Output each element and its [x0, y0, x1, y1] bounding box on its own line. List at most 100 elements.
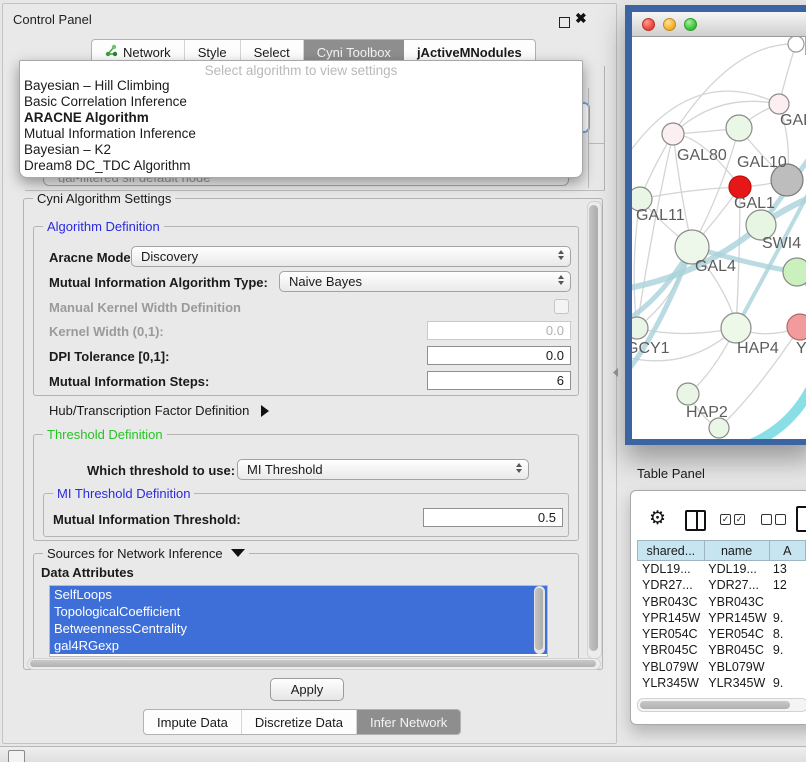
table-cell: YLR345W [637, 675, 703, 691]
network-edge[interactable] [640, 187, 740, 199]
network-node[interactable] [709, 418, 729, 438]
which-threshold-combobox[interactable]: MI Threshold [237, 459, 529, 480]
close-traffic-light-icon[interactable] [642, 18, 655, 31]
settings-vscrollbar[interactable] [587, 201, 602, 659]
dpi-tolerance-label: DPI Tolerance [0,1]: [49, 349, 169, 364]
table-cell: YBR045C [703, 642, 768, 658]
network-node[interactable] [726, 115, 752, 141]
network-node-label: GAL11 [636, 207, 685, 224]
group-title: Sources for Network Inference [43, 546, 249, 561]
bottom-left-widget-icon[interactable] [8, 750, 25, 762]
column-header[interactable]: A [770, 541, 805, 560]
list-item[interactable]: TopologicalCoefficient [50, 603, 547, 620]
spinner-arrows-icon [558, 275, 564, 285]
column-layout-icon[interactable] [685, 510, 706, 531]
dpi-tolerance-field[interactable]: 0.0 [427, 346, 571, 365]
dropdown-item[interactable]: Basic Correlation Inference [20, 94, 582, 110]
data-attributes-list: SelfLoops TopologicalCoefficient Between… [49, 585, 548, 657]
aracne-mode-combobox[interactable]: Discovery [131, 246, 571, 267]
panel-border-fragment [604, 66, 605, 190]
list-item[interactable]: gal4RGexp [50, 637, 547, 654]
table-cell: YDR27... [637, 577, 703, 593]
group-title: Threshold Definition [43, 427, 167, 442]
apply-button[interactable]: Apply [270, 678, 344, 701]
expanded-arrow-icon[interactable] [231, 549, 245, 557]
group-title: Algorithm Definition [43, 219, 164, 234]
table-row[interactable]: YIL052CYIL052C9 [637, 691, 806, 693]
network-node[interactable] [632, 317, 648, 339]
table-row[interactable]: YBL079WYBL079W [637, 659, 806, 675]
kernel-width-label: Kernel Width (0,1): [49, 324, 164, 339]
manual-kernel-checkbox[interactable] [554, 299, 569, 314]
unchecked-pair-icon[interactable] [761, 514, 786, 525]
table-row[interactable]: YDL19...YDL19...13 [637, 561, 806, 577]
settings-vscrollbar-thumb[interactable] [589, 205, 598, 651]
dropdown-item[interactable]: Bayesian – K2 [20, 142, 582, 158]
table-row[interactable]: YPR145WYPR145W9. [637, 610, 806, 626]
float-window-icon[interactable] [559, 17, 570, 28]
settings-hscrollbar-thumb[interactable] [30, 660, 596, 667]
mi-steps-field[interactable]: 6 [427, 371, 571, 390]
table-row[interactable]: YBR043CYBR043C [637, 594, 806, 610]
table-cell: YBR043C [637, 594, 703, 610]
algorithm-dropdown-popup: Select algorithm to view settings Bayesi… [19, 60, 583, 178]
network-node-label: GCY1 [632, 340, 670, 357]
table-row[interactable]: YLR345WYLR345W9. [637, 675, 806, 691]
table-cell: YBL079W [703, 659, 768, 675]
gear-icon[interactable]: ⚙ [649, 507, 666, 530]
network-node-label: GAL10 [737, 154, 787, 171]
bottom-tabbar: Impute Data Discretize Data Infer Networ… [143, 709, 461, 735]
network-canvas[interactable]: GALGAL80GAL10GAL1GAL11SWI4GAL4GCY1HAP4YH… [632, 37, 806, 439]
tab-infer-network[interactable]: Infer Network [357, 710, 460, 734]
table-hscrollbar[interactable] [637, 698, 806, 712]
network-node-label: GAL4 [695, 258, 736, 275]
network-node[interactable] [677, 383, 699, 405]
dropdown-item[interactable]: Mutual Information Inference [20, 126, 582, 142]
table-row[interactable]: YBR045CYBR045C9. [637, 642, 806, 658]
minimize-traffic-light-icon[interactable] [663, 18, 676, 31]
dropdown-item[interactable]: Dream8 DC_TDC Algorithm [20, 158, 582, 174]
table-cell: YLR345W [703, 675, 768, 691]
list-item[interactable]: BetweennessCentrality [50, 620, 547, 637]
table-cell: YER054C [637, 626, 703, 642]
dropdown-item-highlighted[interactable]: ARACNE Algorithm [20, 110, 582, 126]
settings-hscrollbar[interactable] [27, 658, 601, 670]
network-node[interactable] [662, 123, 684, 145]
network-node[interactable] [769, 94, 789, 114]
tab-discretize-data[interactable]: Discretize Data [242, 710, 357, 734]
network-node[interactable] [788, 37, 804, 52]
network-node-label: GAL [780, 112, 806, 129]
mi-type-combobox[interactable]: Naive Bayes [279, 271, 571, 292]
table-row[interactable]: YDR27...YDR27...12 [637, 577, 806, 593]
network-node[interactable] [783, 258, 806, 286]
table-hscrollbar-thumb[interactable] [640, 701, 790, 709]
mi-threshold-field[interactable]: 0.5 [423, 508, 563, 527]
column-header[interactable]: shared... [638, 541, 705, 560]
mi-type-label: Mutual Information Algorithm Type: [49, 275, 268, 290]
network-node-label: Y [796, 340, 806, 357]
table-cell: YPR145W [637, 610, 703, 626]
table-cell: YER054C [703, 626, 768, 642]
close-icon[interactable]: ✖ [575, 10, 587, 27]
hub-definition-toggle[interactable]: Hub/Transcription Factor Definition [49, 403, 269, 418]
table-icon[interactable] [796, 506, 806, 532]
table-body: YDL19...YDL19...13YDR27...YDR27...12YBR0… [637, 561, 806, 693]
table-cell: YPR145W [703, 610, 768, 626]
network-window-titlebar[interactable] [632, 12, 806, 37]
network-node[interactable] [787, 314, 806, 340]
list-item[interactable]: SelfLoops [50, 586, 547, 603]
column-header[interactable]: name [705, 541, 770, 560]
network-node[interactable] [721, 313, 751, 343]
dropdown-item[interactable]: Bayesian – Hill Climbing [20, 78, 582, 94]
mi-steps-label: Mutual Information Steps: [49, 374, 209, 389]
table-cell: 12 [768, 577, 806, 593]
table-cell: 9. [768, 610, 806, 626]
list-vscrollbar-thumb[interactable] [535, 588, 543, 650]
tab-impute-data[interactable]: Impute Data [144, 710, 242, 734]
list-vscrollbar[interactable] [534, 586, 545, 654]
checked-pair-icon[interactable]: ✓✓ [720, 514, 745, 525]
table-row[interactable]: YER054CYER054C8. [637, 626, 806, 642]
zoom-traffic-light-icon[interactable] [684, 18, 697, 31]
network-edge[interactable] [737, 382, 806, 439]
kernel-width-field[interactable]: 0.0 [427, 321, 571, 340]
